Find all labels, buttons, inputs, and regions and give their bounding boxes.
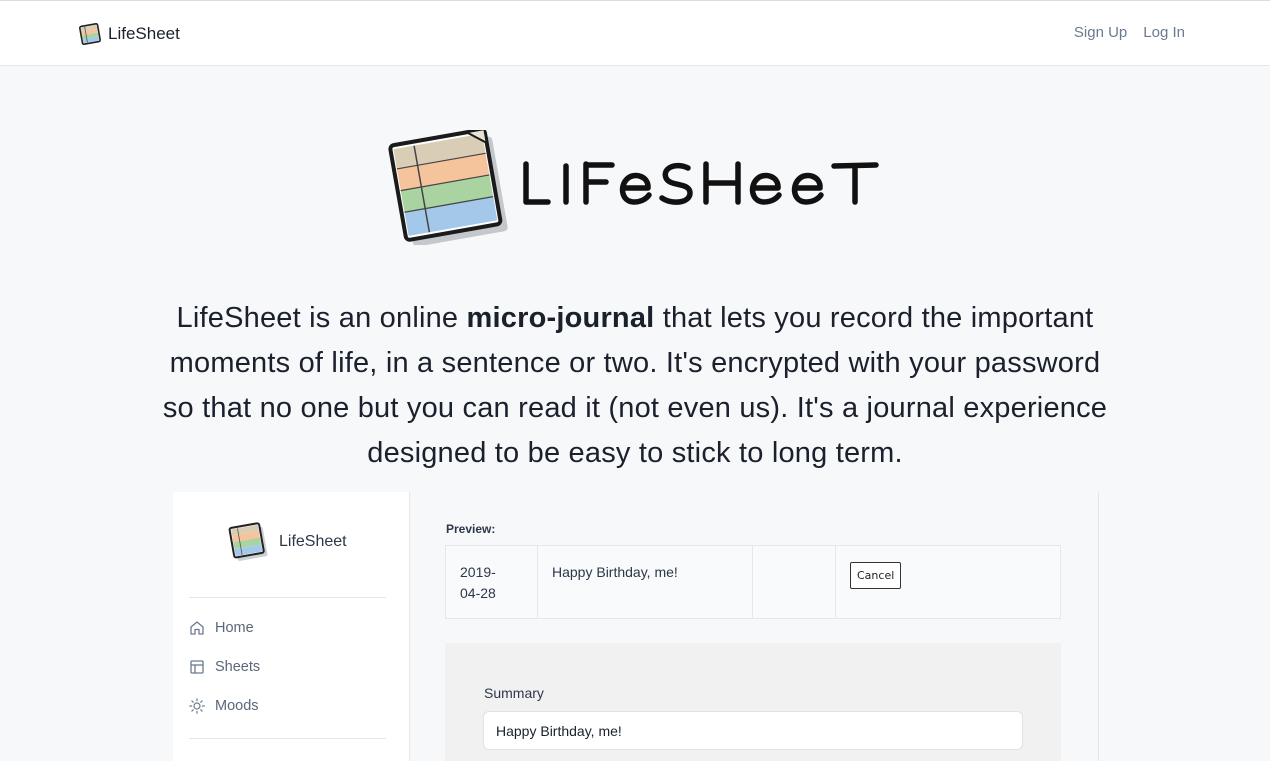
hero-wordmark [523,161,879,205]
entry-date-line: 2019- [460,564,496,580]
sign-up-link[interactable]: Sign Up [1074,24,1127,41]
sidebar-divider [189,738,386,739]
sun-icon [189,698,205,714]
log-in-link[interactable]: Log In [1143,24,1185,41]
app-main: Preview: 2019- 04-28 Happy Birthday, me!… [445,492,1085,761]
hero-text-emphasis: micro-journal [466,302,655,334]
brand-link[interactable]: LifeSheet [78,21,180,47]
entry-date: 2019- 04-28 [446,546,538,618]
hero-logo [388,127,888,247]
sidebar-divider [189,597,386,598]
preview-label: Preview: [446,522,496,536]
entry-form: Summary [445,643,1061,761]
app-brand: LifeSheet [227,520,347,564]
lifesheet-logo-icon [79,23,101,45]
nav-links: Sign Up Log In [1074,24,1185,41]
sidebar-item-label: Moods [215,698,259,714]
sidebar-item-home[interactable]: Home [189,620,254,636]
app-preview-screenshot: LifeSheet Home Sheets Moods Preview: 201… [173,492,1099,761]
app-brand-name: LifeSheet [279,533,347,550]
sidebar-item-label: Home [215,620,254,636]
entry-empty-cell [753,546,836,618]
entry-actions: Cancel [836,546,1060,618]
table-icon [190,660,204,674]
sidebar-item-sheets[interactable]: Sheets [189,659,260,675]
entry-date-line: 04-28 [460,585,496,601]
home-icon [190,621,204,635]
top-navbar: LifeSheet Sign Up Log In [0,0,1270,66]
cancel-button[interactable]: Cancel [850,562,902,589]
sidebar-item-label: Sheets [215,659,261,675]
app-sidebar: LifeSheet Home Sheets Moods [173,492,410,761]
table-row: 2019- 04-28 Happy Birthday, me! Cancel [445,545,1061,619]
entry-summary: Happy Birthday, me! [538,546,753,618]
hero-text-start: LifeSheet is an online [176,302,467,334]
lifesheet-logo-icon [228,522,268,561]
sidebar-item-moods[interactable]: Moods [189,698,259,714]
summary-label: Summary [484,685,544,701]
hero-description: LifeSheet is an online micro-journal tha… [160,296,1110,476]
summary-input[interactable] [483,711,1023,750]
brand-name: LifeSheet [108,24,180,43]
